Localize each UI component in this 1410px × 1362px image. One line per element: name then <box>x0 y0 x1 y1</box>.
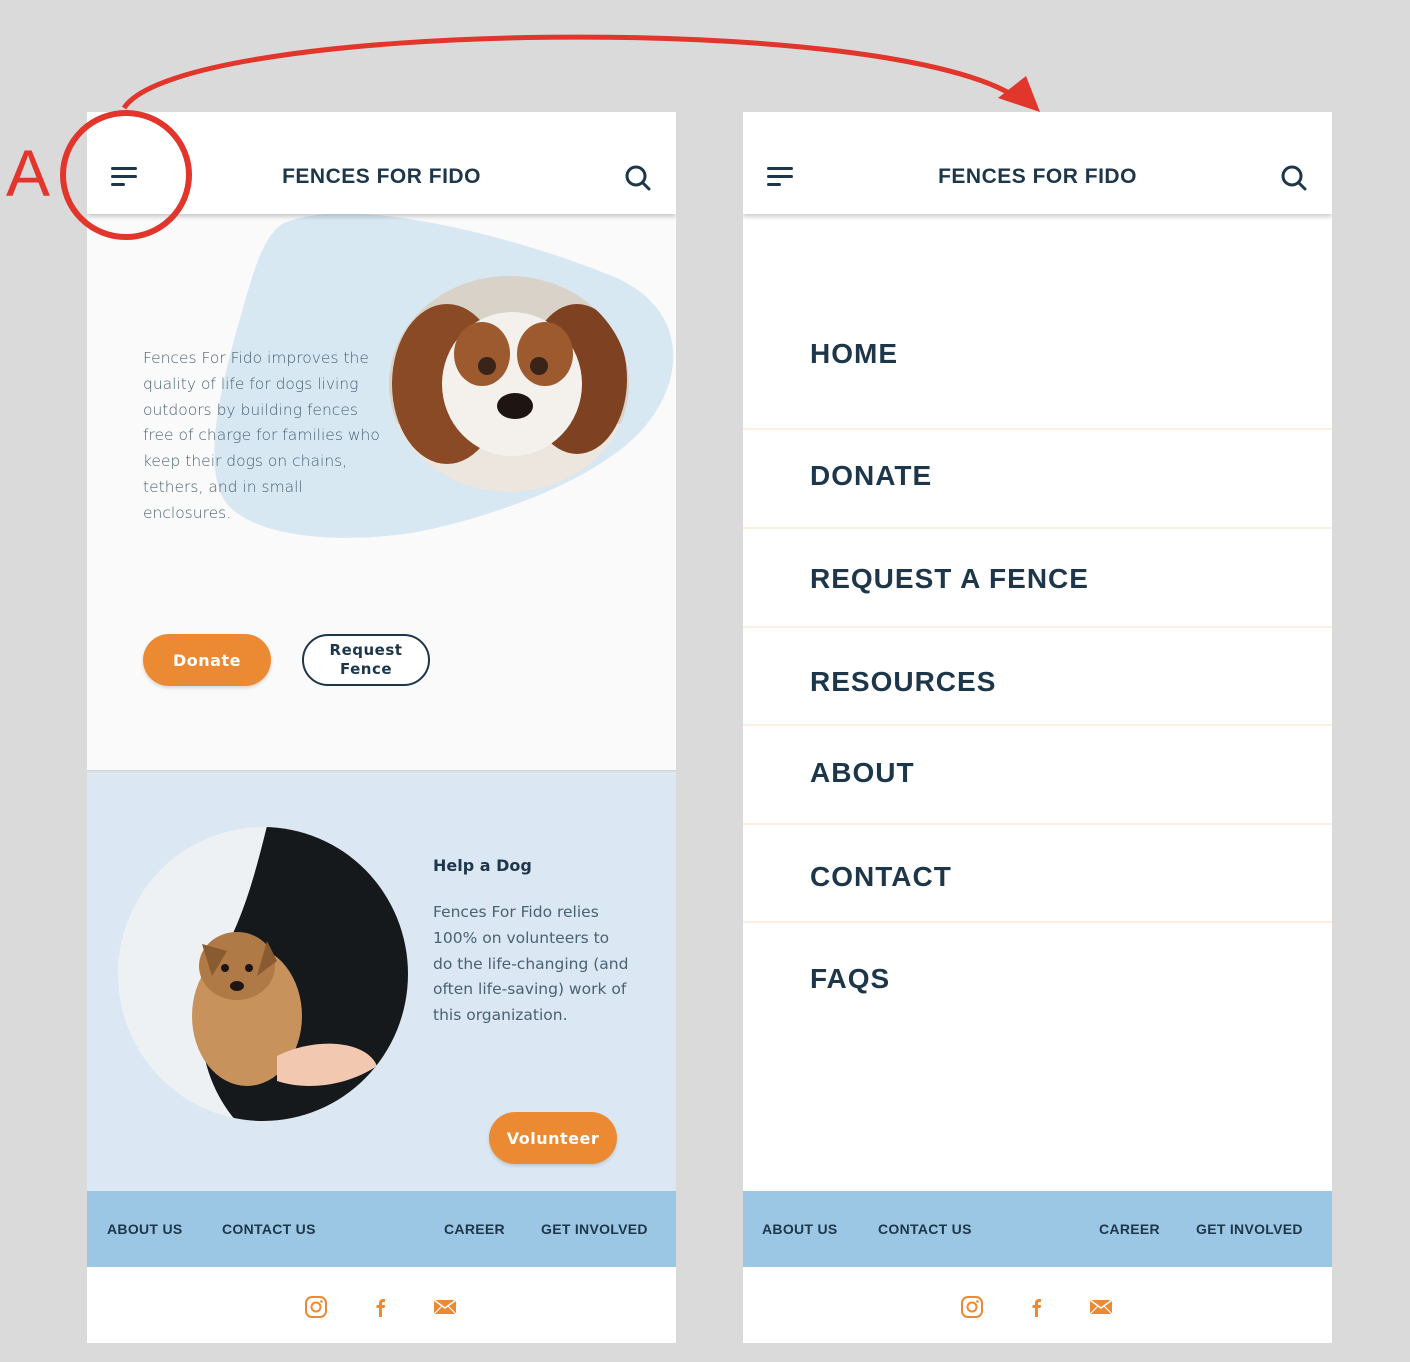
home-screen: FENCES FOR FIDO Fences For Fido improves… <box>87 112 676 1343</box>
menu-item-donate[interactable]: DONATE <box>743 430 1332 529</box>
footer-link-about-us[interactable]: ABOUT US <box>107 1221 183 1237</box>
annotation-arrow <box>121 34 1022 110</box>
menu-item-label: FAQS <box>810 963 891 994</box>
mail-icon[interactable] <box>433 1295 457 1319</box>
brand-title[interactable]: FENCES FOR FIDO <box>743 165 1332 189</box>
donate-button[interactable]: Donate <box>143 634 271 686</box>
instagram-icon[interactable] <box>304 1295 328 1319</box>
footer-link-career[interactable]: CAREER <box>444 1221 505 1237</box>
instagram-icon[interactable] <box>960 1295 984 1319</box>
footer-link-contact-us[interactable]: CONTACT US <box>878 1221 972 1237</box>
facebook-icon[interactable] <box>369 1295 393 1319</box>
dog-photo-spaniel <box>389 276 629 492</box>
hero-description: Fences For Fido improves the quality of … <box>143 349 380 522</box>
menu-item-faqs[interactable]: FAQS <box>743 923 1332 1123</box>
footer-nav: ABOUT US CONTACT US CAREER GET INVOLVED <box>87 1191 676 1267</box>
help-title: Help a Dog <box>433 856 532 875</box>
hero-section: Fences For Fido improves the quality of … <box>87 214 676 770</box>
dog-photo-puppy <box>118 827 408 1121</box>
app-bar: FENCES FOR FIDO <box>743 112 1332 214</box>
annotation-arrowhead <box>998 76 1040 112</box>
menu-item-resources[interactable]: RESOURCES <box>743 628 1332 726</box>
menu-item-label: CONTACT <box>810 861 952 892</box>
footer-social <box>743 1267 1332 1343</box>
annotation-label: A <box>6 136 51 210</box>
search-icon[interactable] <box>624 164 652 192</box>
menu-item-about[interactable]: ABOUT <box>743 726 1332 825</box>
menu-item-label: HOME <box>810 338 898 369</box>
menu-item-contact[interactable]: CONTACT <box>743 825 1332 923</box>
footer-nav: ABOUT US CONTACT US CAREER GET INVOLVED <box>743 1191 1332 1267</box>
request-fence-button[interactable]: Request Fence <box>302 634 430 686</box>
footer-link-get-involved[interactable]: GET INVOLVED <box>541 1221 648 1237</box>
menu-item-home[interactable]: HOME <box>743 214 1332 430</box>
menu-item-label: RESOURCES <box>810 666 997 697</box>
footer-link-get-involved[interactable]: GET INVOLVED <box>1196 1221 1303 1237</box>
mail-icon[interactable] <box>1089 1295 1113 1319</box>
help-a-dog-section: Help a Dog Fences For Fido relies 100% o… <box>87 774 676 1191</box>
menu-item-label: DONATE <box>810 460 933 491</box>
footer-link-contact-us[interactable]: CONTACT US <box>222 1221 316 1237</box>
menu-screen: FENCES FOR FIDO HOME DONATE REQUEST A FE… <box>743 112 1332 1343</box>
footer-link-career[interactable]: CAREER <box>1099 1221 1160 1237</box>
app-bar: FENCES FOR FIDO <box>87 112 676 214</box>
brand-title[interactable]: FENCES FOR FIDO <box>87 165 676 189</box>
help-description: Fences For Fido relies 100% on volunteer… <box>433 903 629 1025</box>
volunteer-button[interactable]: Volunteer <box>489 1112 617 1164</box>
menu-item-label: ABOUT <box>810 757 915 788</box>
search-icon[interactable] <box>1280 164 1308 192</box>
menu-item-label: REQUEST A FENCE <box>810 563 1089 594</box>
menu-item-request-a-fence[interactable]: REQUEST A FENCE <box>743 529 1332 628</box>
footer-social <box>87 1267 676 1343</box>
facebook-icon[interactable] <box>1025 1295 1049 1319</box>
footer-link-about-us[interactable]: ABOUT US <box>762 1221 838 1237</box>
